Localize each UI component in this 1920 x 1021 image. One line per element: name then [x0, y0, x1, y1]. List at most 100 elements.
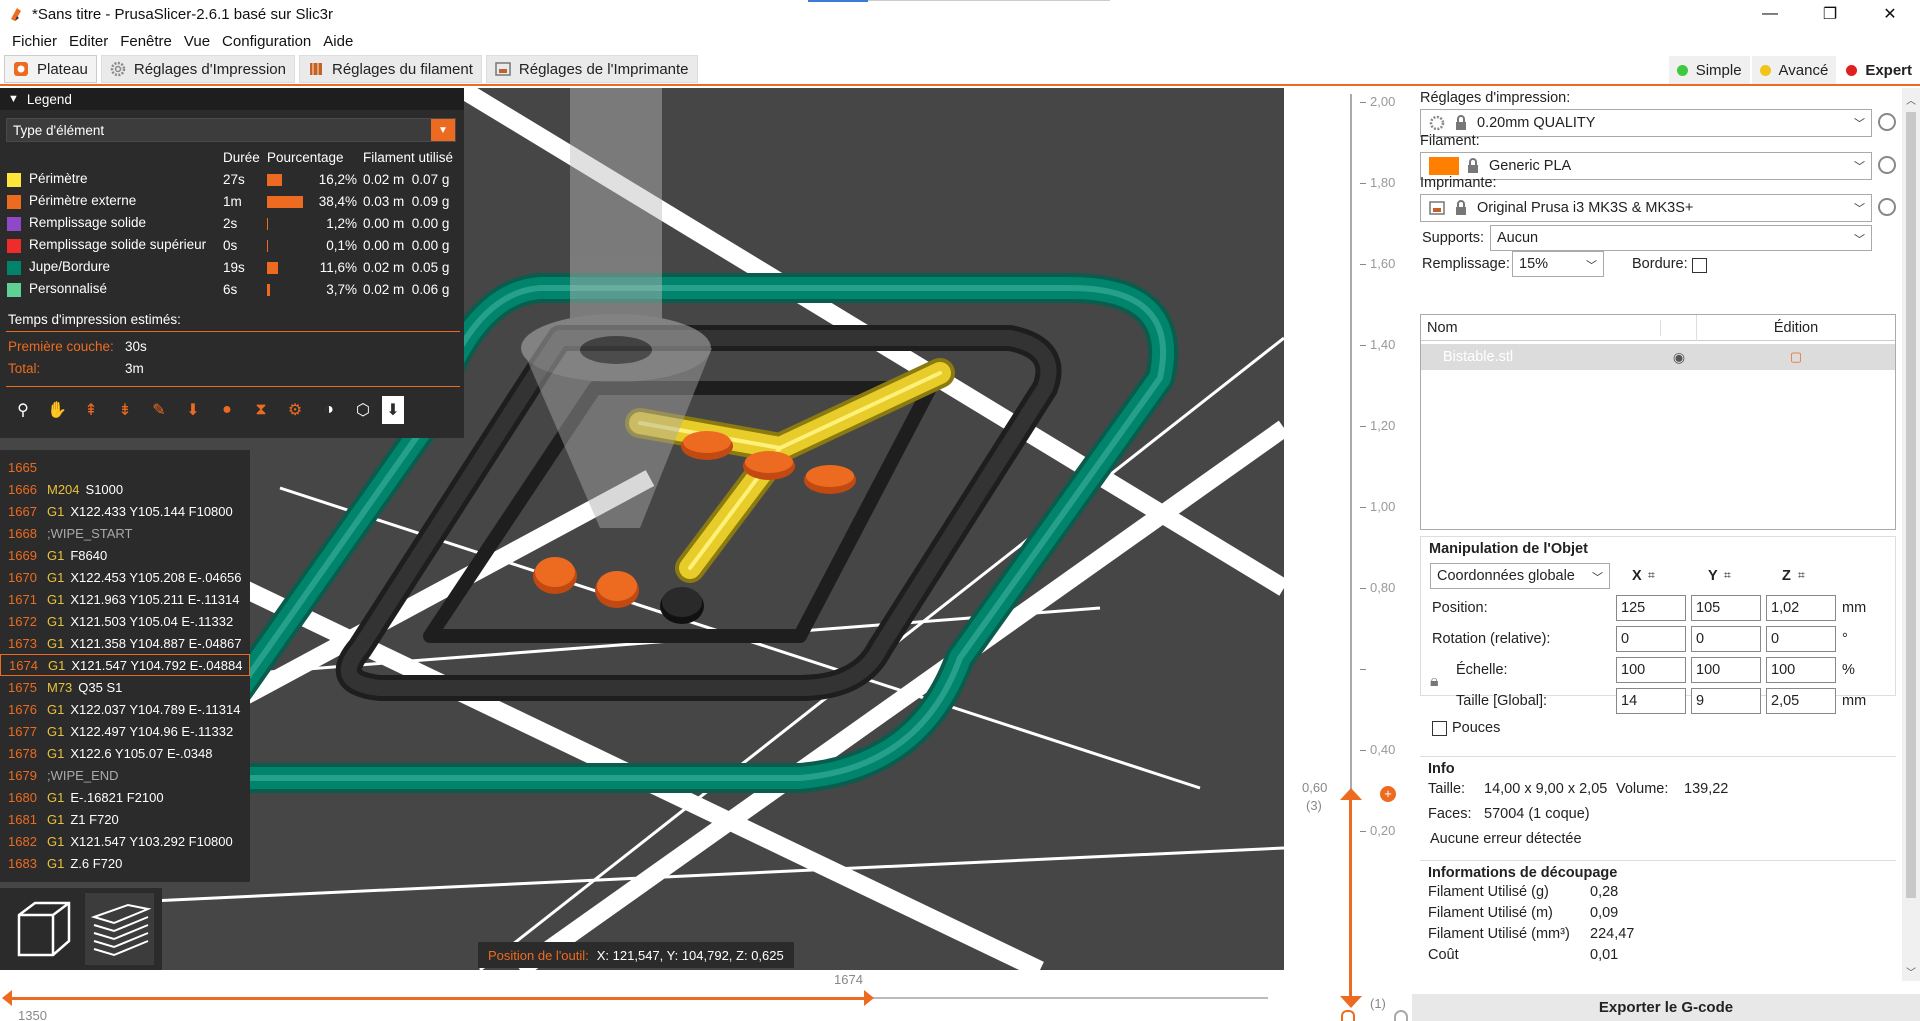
deretractions-icon[interactable]: ⇟	[110, 396, 140, 424]
shells-icon[interactable]: ⬡	[348, 396, 378, 424]
uniform-scale-lock-icon[interactable]: 🔒︎	[1430, 673, 1439, 691]
infill-select[interactable]: 15% ﹀	[1512, 251, 1604, 277]
tab-print-settings[interactable]: Réglages d'Impression	[100, 55, 295, 83]
size-y-input[interactable]: 9	[1691, 688, 1761, 714]
add-color-change-icon[interactable]: +	[1380, 786, 1396, 802]
supports-select[interactable]: Aucun ﹀	[1490, 225, 1872, 251]
gcode-line: 1667 G1 X122.433 Y105.144 F10800	[0, 500, 250, 522]
legend-row[interactable]: Remplissage solide 2s 1,2% 0.00 m 0.00 g	[4, 212, 456, 234]
menu-editer[interactable]: Editer	[63, 33, 114, 50]
legend-item-filament: 0.00 m 0.00 g	[360, 234, 456, 256]
total-value: 3m	[125, 361, 144, 376]
inches-checkbox[interactable]	[1432, 721, 1447, 736]
layers-lower-thumb[interactable]	[1340, 996, 1362, 1008]
drop-to-bed-y-icon[interactable]: ⌗	[1724, 568, 1731, 583]
edit-printer-preset-gear-icon[interactable]	[1878, 198, 1896, 216]
gcode-line-number: 1665	[8, 459, 37, 475]
menu-vue[interactable]: Vue	[178, 33, 216, 50]
one-layer-lock-icon[interactable]	[1341, 1010, 1355, 1021]
filament-color-swatch[interactable]	[1429, 157, 1459, 175]
menu-aide[interactable]: Aide	[317, 33, 359, 50]
tab-filament-settings[interactable]: Réglages du filament	[298, 55, 482, 83]
center-of-gravity-icon[interactable]: ◑	[314, 396, 344, 424]
layers-view-button[interactable]	[85, 893, 154, 965]
custom-gcodes-icon[interactable]: ⚙	[280, 396, 310, 424]
drop-to-bed-x-icon[interactable]: ⌗	[1648, 568, 1655, 583]
close-button[interactable]: ✕	[1860, 0, 1920, 28]
gcode-args: X122.433 Y105.144 F10800	[70, 503, 233, 519]
scroll-down-icon[interactable]: ﹀	[1906, 964, 1916, 979]
drop-to-bed-z-icon[interactable]: ⌗	[1798, 568, 1805, 583]
position-y-input[interactable]: 105	[1691, 595, 1761, 621]
print-settings-combo[interactable]: 0.20mm QUALITY ﹀	[1420, 109, 1872, 137]
legend-row[interactable]: Périmètre 27s 16,2% 0.02 m 0.07 g	[4, 168, 456, 190]
legend-row[interactable]: Remplissage solide supérieur 0s 0,1% 0.00 m…	[4, 234, 456, 256]
rotation-y-input[interactable]: 0	[1691, 626, 1761, 652]
view-type-select[interactable]: Type d'élément ▼	[6, 118, 456, 142]
gcode-args: Z.6 F720	[70, 855, 123, 871]
rotation-x-input[interactable]: 0	[1616, 626, 1686, 652]
legend-options-toolbar: ⚲ ✋ ⇞ ⇟ ✎ ⬇ ● ⧗ ⚙ ◑ ⬡ ⬇	[8, 396, 408, 424]
sidebar-scroll-thumb[interactable]	[1906, 112, 1916, 898]
pause-prints-icon[interactable]: ⧗	[246, 396, 276, 424]
menu-fenetre[interactable]: Fenêtre	[114, 33, 178, 50]
tool-marker-icon[interactable]: ⬇	[382, 396, 404, 424]
dropdown-arrow-icon[interactable]: ▼	[431, 119, 455, 141]
legend-header[interactable]: ▼ Legend	[0, 88, 464, 110]
layers-slider[interactable]: 2,00 1,80 1,60 1,40 1,20 1,00 0,80 0,40 0,20 0,6…	[1284, 88, 1412, 1021]
mode-simple-button[interactable]: Simple	[1668, 56, 1750, 84]
legend-item-length: 0.02 m	[363, 259, 405, 275]
export-gcode-button[interactable]: Exporter le G-code	[1412, 994, 1920, 1021]
gcode-line-number: 1675	[8, 679, 37, 695]
slider-settings-cog-icon[interactable]	[1394, 1010, 1408, 1021]
scale-y-input[interactable]: 100	[1691, 657, 1761, 683]
sidebar-scrollbar[interactable]: ︿ ﹀	[1902, 88, 1920, 981]
tab-plateau[interactable]: Plateau	[4, 55, 97, 83]
menu-configuration[interactable]: Configuration	[216, 33, 317, 50]
seams-icon[interactable]: ✎	[144, 396, 174, 424]
minimize-button[interactable]: —	[1740, 0, 1800, 28]
position-z-input[interactable]: 1,02	[1766, 595, 1836, 621]
layers-upper-thumb[interactable]	[1340, 788, 1362, 800]
scale-x-input[interactable]: 100	[1616, 657, 1686, 683]
retractions-icon[interactable]: ⇞	[76, 396, 106, 424]
maximize-button[interactable]: ❐	[1800, 0, 1860, 28]
eye-icon[interactable]: ◉	[1661, 349, 1697, 366]
mode-advanced-button[interactable]: Avancé	[1751, 56, 1837, 84]
info-title: Info	[1428, 761, 1455, 777]
legend-item-percent: 1,2%	[326, 215, 357, 231]
3d-view-button[interactable]	[8, 893, 77, 965]
size-z-input[interactable]: 2,05	[1766, 688, 1836, 714]
gcode-line: 1682 G1 X121.547 Y103.292 F10800	[0, 830, 250, 852]
travel-icon[interactable]: ⚲	[8, 396, 38, 424]
printer-combo[interactable]: Original Prusa i3 MK3S & MK3S+ ﹀	[1420, 194, 1872, 222]
object-manipulation-title: Manipulation de l'Objet	[1429, 541, 1588, 557]
position-x-input[interactable]: 125	[1616, 595, 1686, 621]
brim-checkbox[interactable]	[1692, 258, 1707, 273]
gcode-command: G1	[47, 855, 65, 871]
size-x-input[interactable]: 14	[1616, 688, 1686, 714]
scale-z-input[interactable]: 100	[1766, 657, 1836, 683]
color-changes-icon[interactable]: ●	[212, 396, 242, 424]
rotation-z-input[interactable]: 0	[1766, 626, 1836, 652]
mode-expert-button[interactable]: Expert	[1838, 56, 1920, 84]
edit-print-preset-gear-icon[interactable]	[1878, 113, 1896, 131]
menu-fichier[interactable]: Fichier	[6, 33, 63, 50]
wipe-icon[interactable]: ✋	[42, 396, 72, 424]
legend-row[interactable]: Personnalisé 6s 3,7% 0.02 m 0.06 g	[4, 278, 456, 300]
coordinate-system-select[interactable]: Coordonnées globale ﹀	[1430, 563, 1610, 589]
legend-row[interactable]: Jupe/Bordure 19s 11,6% 0.02 m 0.05 g	[4, 256, 456, 278]
object-list-col-name[interactable]: Nom	[1421, 319, 1661, 336]
object-list-col-edit[interactable]: Édition	[1697, 320, 1895, 336]
moves-slider-upper-thumb[interactable]	[864, 990, 874, 1006]
edit-filament-preset-gear-icon[interactable]	[1878, 156, 1896, 174]
moves-slider[interactable]: 1674 1350	[0, 970, 1284, 1021]
moves-slider-lower-thumb[interactable]	[2, 990, 12, 1006]
scroll-up-icon[interactable]: ︿	[1906, 92, 1916, 107]
tab-printer-settings[interactable]: Réglages de l'Imprimante	[485, 55, 698, 83]
legend-row[interactable]: Périmètre externe 1m 38,4% 0.03 m 0.09 g	[4, 190, 456, 212]
object-list-item[interactable]: Bistable.stl ◉ ▢	[1421, 344, 1895, 370]
legend-item-name: Remplissage solide supérieur	[29, 237, 207, 253]
tool-changes-icon[interactable]: ⬇	[178, 396, 208, 424]
edit-object-icon[interactable]: ▢	[1697, 349, 1895, 365]
